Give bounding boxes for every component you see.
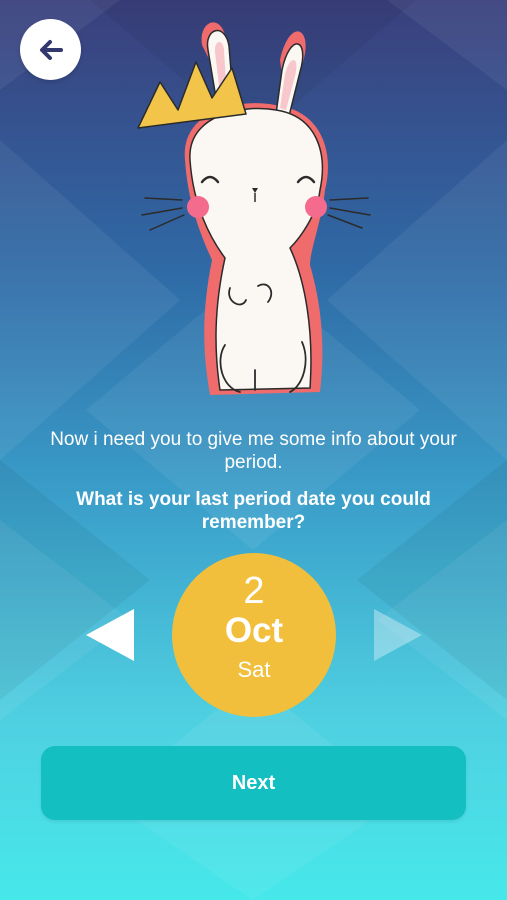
next-button[interactable]: Next — [41, 746, 466, 820]
date-display: 2 Oct Sat — [172, 553, 336, 717]
day-number: 2 — [243, 570, 265, 612]
month-label: Oct — [224, 611, 284, 650]
question-text: What is your last period date you could … — [76, 489, 431, 533]
back-button[interactable] — [20, 19, 81, 80]
weekday-label: Sat — [237, 657, 271, 682]
triangle-right-icon[interactable] — [368, 605, 428, 665]
intro-text: Now i need you to give me some info abou… — [50, 429, 457, 473]
triangle-left-icon[interactable] — [80, 605, 140, 665]
arrow-left-icon — [39, 39, 63, 60]
bunny-illustration — [137, 22, 371, 395]
